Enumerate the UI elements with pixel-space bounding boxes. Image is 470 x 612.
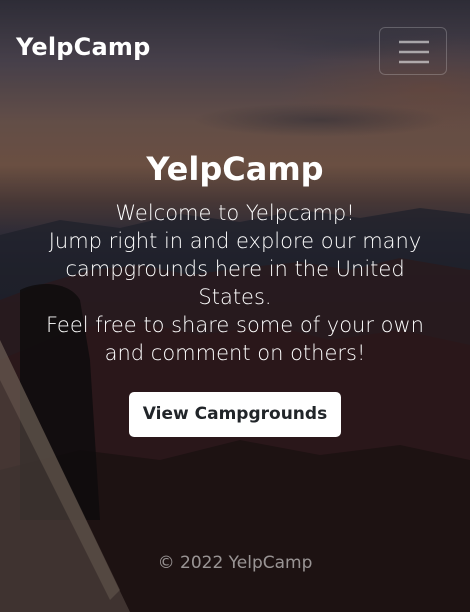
navbar-brand[interactable]: YelpCamp (16, 33, 150, 61)
page: YelpCamp YelpCamp Welcome to Yelpcamp! J… (0, 0, 470, 612)
hero-title: YelpCamp (146, 150, 324, 188)
view-campgrounds-button[interactable]: View Campgrounds (128, 392, 342, 437)
navbar-toggle-button[interactable] (379, 27, 447, 75)
hero-line-explore: Jump right in and explore our many campg… (48, 229, 422, 309)
hero-line-share: Feel free to share some of your own and … (46, 313, 424, 365)
navbar: YelpCamp (0, 0, 470, 100)
hero-description: Welcome to Yelpcamp! Jump right in and e… (35, 199, 435, 367)
footer-copyright: © 2022 YelpCamp (157, 553, 313, 573)
hero-line-welcome: Welcome to Yelpcamp! (115, 201, 355, 225)
hero-section: YelpCamp Welcome to Yelpcamp! Jump right… (0, 145, 470, 437)
hamburger-menu-icon (399, 40, 429, 64)
